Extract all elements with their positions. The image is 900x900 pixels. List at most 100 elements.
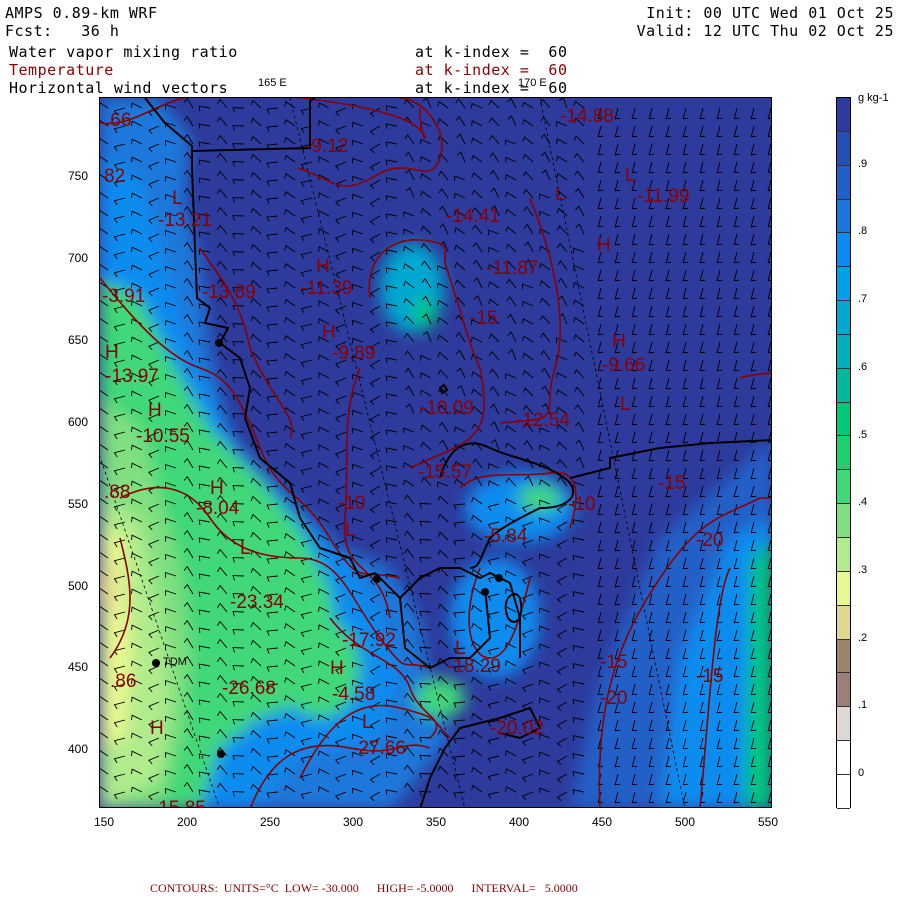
colorbar bbox=[836, 97, 851, 809]
colorbar-bin bbox=[837, 605, 850, 640]
x-tick-label: 350 bbox=[426, 815, 447, 829]
station-marker[interactable] bbox=[495, 574, 503, 582]
colorbar-label: .4 bbox=[858, 496, 868, 509]
contour-label: .86 bbox=[110, 671, 137, 692]
colorbar-bin bbox=[837, 301, 850, 335]
colorbar-bin bbox=[837, 334, 850, 369]
colorbar-bin bbox=[837, 98, 850, 132]
contour-label: -14.88 bbox=[560, 106, 614, 127]
y-tick-label: 550 bbox=[68, 496, 89, 511]
contour-label: -11.87 bbox=[486, 258, 539, 279]
contour-label: -13.97 bbox=[105, 366, 159, 387]
contour-label: H bbox=[105, 342, 119, 363]
contour-label: -27.66 bbox=[352, 738, 406, 759]
contour-label: -15 bbox=[658, 473, 686, 494]
x-tick-label: 500 bbox=[675, 815, 696, 829]
contour-label: -13.21 bbox=[158, 210, 212, 231]
colorbar-label: 0 bbox=[858, 767, 865, 780]
contour-label: -10 bbox=[568, 494, 596, 515]
contour-label: -11.99 bbox=[637, 186, 690, 207]
contour-label: -13.89 bbox=[202, 282, 256, 303]
colorbar-label: .6 bbox=[858, 360, 868, 373]
x-tick-label: 300 bbox=[343, 815, 364, 829]
contour-label: -15 bbox=[696, 666, 724, 687]
colorbar-bin bbox=[837, 368, 850, 403]
x-tick-label: 400 bbox=[509, 815, 530, 829]
y-tick-label: 400 bbox=[68, 742, 89, 757]
contour-label: H bbox=[322, 322, 336, 343]
contour-label: .66 bbox=[105, 110, 132, 131]
colorbar-bin bbox=[837, 165, 850, 200]
colorbar-units: g kg-1 bbox=[858, 92, 889, 104]
contour-label: -3.91 bbox=[102, 286, 146, 307]
y-tick-label: 450 bbox=[68, 660, 89, 675]
contour-label: H bbox=[150, 718, 164, 739]
colorbar-label: .9 bbox=[858, 157, 868, 170]
colorbar-label: .8 bbox=[858, 225, 868, 238]
contour-label: -15 bbox=[470, 308, 498, 329]
colorbar-bin bbox=[837, 504, 850, 538]
field-name-temperature: Temperature bbox=[9, 61, 114, 79]
colorbar-bin bbox=[837, 571, 850, 606]
field-name-wind: Horizontal wind vectors bbox=[9, 79, 229, 97]
contour-label: -9.89 bbox=[332, 343, 376, 364]
meridian-label-165e: 165 E bbox=[258, 77, 287, 89]
contour-label: -26.68 bbox=[222, 678, 276, 699]
map-plot-area: TDM .66 82 L -13.21 -3.91 -13.89 H -11.39 H -9.89… bbox=[99, 97, 772, 808]
y-tick-label: 650 bbox=[68, 332, 89, 347]
colorbar-bin bbox=[837, 436, 850, 471]
colorbar-label: .7 bbox=[858, 293, 868, 306]
x-tick-label: 200 bbox=[177, 815, 198, 829]
contour-label: L bbox=[625, 165, 636, 186]
station-marker[interactable] bbox=[481, 588, 489, 596]
x-tick-label: 150 bbox=[94, 815, 115, 829]
contour-label: H bbox=[210, 478, 224, 499]
contour-label: .88 bbox=[104, 482, 131, 503]
meridian-label-170e: 170 E bbox=[518, 77, 547, 89]
contour-label: -15 bbox=[600, 652, 628, 673]
contour-label: -20.02 bbox=[490, 718, 544, 739]
contour-label: -17.92 bbox=[342, 630, 396, 651]
colorbar-label: .5 bbox=[858, 428, 868, 441]
contour-label: -11.39 bbox=[300, 278, 353, 299]
contour-label: -5.84 bbox=[484, 526, 528, 547]
colorbar-label: .2 bbox=[858, 631, 868, 644]
field-name-mixing-ratio: Water vapor mixing ratio bbox=[9, 43, 238, 61]
contour-label: -10.09 bbox=[420, 398, 474, 419]
y-tick-label: 600 bbox=[68, 414, 89, 429]
colorbar-label: .1 bbox=[858, 699, 868, 712]
forecast-hour: Fcst: 36 h bbox=[5, 22, 120, 40]
contour-label: -20 bbox=[600, 688, 628, 709]
contour-label: L bbox=[555, 184, 566, 205]
contour-label: H bbox=[330, 658, 344, 679]
x-tick-label: 250 bbox=[260, 815, 281, 829]
x-tick-label: 450 bbox=[592, 815, 613, 829]
colorbar-bin bbox=[837, 673, 850, 708]
station-label-tdm: TDM bbox=[163, 656, 187, 668]
contour-label: -15.57 bbox=[418, 462, 472, 483]
station-marker[interactable] bbox=[215, 339, 223, 347]
contour-label: L bbox=[172, 188, 183, 209]
station-marker-tdm[interactable] bbox=[152, 659, 160, 667]
contour-label: H bbox=[148, 400, 162, 421]
colorbar-bin bbox=[837, 774, 850, 809]
station-marker[interactable] bbox=[373, 575, 381, 583]
contour-label: -23.34 bbox=[230, 592, 284, 613]
station-marker[interactable] bbox=[217, 750, 225, 758]
colorbar-bin bbox=[837, 707, 850, 742]
contour-label: H bbox=[597, 235, 611, 256]
colorbar-bin bbox=[837, 470, 850, 505]
colorbar-bin bbox=[837, 402, 850, 437]
contour-label: L bbox=[345, 520, 356, 541]
colorbar-bin bbox=[837, 537, 850, 572]
field-island-north-core bbox=[413, 298, 437, 328]
contour-label: -20 bbox=[696, 530, 724, 551]
contour-label: L bbox=[240, 538, 251, 559]
contour-label: -10.55 bbox=[136, 426, 190, 447]
contour-label: -9.12 bbox=[305, 136, 349, 157]
contour-label: H bbox=[316, 256, 330, 277]
contour-label: 82 bbox=[104, 166, 126, 187]
y-tick-label: 750 bbox=[68, 169, 89, 183]
contour-label: -4.58 bbox=[332, 684, 376, 705]
contour-label: -14.41 bbox=[446, 206, 500, 227]
